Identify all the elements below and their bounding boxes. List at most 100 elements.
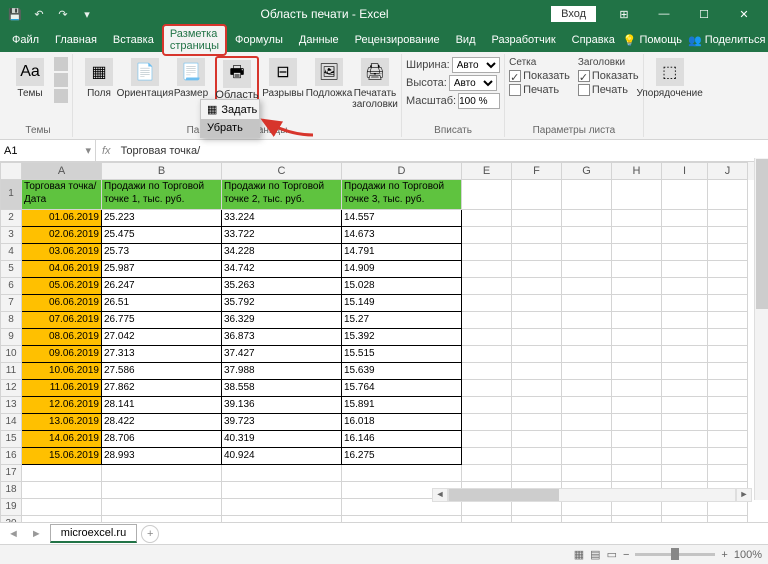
cell[interactable] <box>612 346 662 363</box>
cell[interactable] <box>662 363 708 380</box>
tell-me[interactable]: 💡Помощь <box>623 34 682 47</box>
cell[interactable] <box>612 312 662 329</box>
cell[interactable]: 36.329 <box>222 312 342 329</box>
cell[interactable] <box>662 431 708 448</box>
tab-home[interactable]: Главная <box>47 30 105 50</box>
cell[interactable] <box>662 346 708 363</box>
tab-data[interactable]: Данные <box>291 30 347 50</box>
cell[interactable] <box>512 380 562 397</box>
print-titles-button[interactable]: 🖨Печатать заголовки <box>353 56 397 112</box>
cell[interactable]: Продажи по Торговой точке 2, тыс. руб. <box>222 180 342 210</box>
cell[interactable]: 14.791 <box>342 244 462 261</box>
cell[interactable]: 14.06.2019 <box>22 431 102 448</box>
cell[interactable] <box>462 516 512 522</box>
cell[interactable] <box>662 278 708 295</box>
themes-button[interactable]: AaТемы <box>8 56 52 101</box>
row-header[interactable]: 10 <box>0 346 22 363</box>
cell[interactable] <box>562 180 612 210</box>
cell[interactable] <box>222 465 342 482</box>
cell[interactable] <box>462 380 512 397</box>
col-header-C[interactable]: C <box>222 162 342 180</box>
cell[interactable] <box>708 261 748 278</box>
cell[interactable] <box>562 397 612 414</box>
cell[interactable] <box>222 516 342 522</box>
cell[interactable]: 35.792 <box>222 295 342 312</box>
cell[interactable]: 02.06.2019 <box>22 227 102 244</box>
col-header-I[interactable]: I <box>662 162 708 180</box>
cell[interactable] <box>562 465 612 482</box>
cell[interactable]: 15.392 <box>342 329 462 346</box>
cell[interactable]: 13.06.2019 <box>22 414 102 431</box>
cell[interactable] <box>662 227 708 244</box>
col-header-J[interactable]: J <box>708 162 748 180</box>
col-header-B[interactable]: B <box>102 162 222 180</box>
cell[interactable]: 33.224 <box>222 210 342 227</box>
cell[interactable]: 25.223 <box>102 210 222 227</box>
arrange-button[interactable]: ⬚Упорядочение <box>648 56 692 101</box>
tab-file[interactable]: Файл <box>4 30 47 50</box>
cell[interactable] <box>708 278 748 295</box>
ribbon-options-icon[interactable]: ⊞ <box>604 0 644 28</box>
cell[interactable]: 28.706 <box>102 431 222 448</box>
hdr-show-check[interactable]: ✓Показать <box>578 70 639 82</box>
cell[interactable] <box>708 227 748 244</box>
row-header[interactable]: 20 <box>0 516 22 522</box>
cell[interactable]: Продажи по Торговой точке 3, тыс. руб. <box>342 180 462 210</box>
cell[interactable]: Продажи по Торговой точке 1, тыс. руб. <box>102 180 222 210</box>
cell[interactable]: 25.987 <box>102 261 222 278</box>
row-header[interactable]: 9 <box>0 329 22 346</box>
cell[interactable] <box>342 465 462 482</box>
cell[interactable]: 27.042 <box>102 329 222 346</box>
horizontal-scrollbar[interactable]: ◄ ► <box>432 487 752 503</box>
cell[interactable] <box>102 465 222 482</box>
cell[interactable]: 28.141 <box>102 397 222 414</box>
cell[interactable] <box>512 431 562 448</box>
cell[interactable]: 07.06.2019 <box>22 312 102 329</box>
cell[interactable] <box>512 278 562 295</box>
cell[interactable] <box>708 431 748 448</box>
fx-icon[interactable]: fx <box>96 145 117 157</box>
tab-view[interactable]: Вид <box>448 30 484 50</box>
cell[interactable] <box>462 261 512 278</box>
cell[interactable] <box>612 295 662 312</box>
cell[interactable]: 37.427 <box>222 346 342 363</box>
row-header[interactable]: 2 <box>0 210 22 227</box>
tab-developer[interactable]: Разработчик <box>484 30 564 50</box>
cell[interactable]: 15.639 <box>342 363 462 380</box>
cell[interactable]: 37.988 <box>222 363 342 380</box>
row-header[interactable]: 6 <box>0 278 22 295</box>
cell[interactable] <box>512 312 562 329</box>
cell[interactable] <box>462 278 512 295</box>
cell[interactable]: 26.775 <box>102 312 222 329</box>
cell[interactable] <box>462 329 512 346</box>
vscroll-thumb[interactable] <box>756 159 768 309</box>
cell[interactable] <box>708 363 748 380</box>
row-header[interactable]: 14 <box>0 414 22 431</box>
grid-print-check[interactable]: Печать <box>509 84 570 96</box>
cell[interactable]: 27.313 <box>102 346 222 363</box>
cell[interactable]: 03.06.2019 <box>22 244 102 261</box>
cell[interactable]: 14.557 <box>342 210 462 227</box>
cell[interactable] <box>462 346 512 363</box>
cell[interactable] <box>562 210 612 227</box>
row-header[interactable]: 15 <box>0 431 22 448</box>
cell[interactable] <box>708 312 748 329</box>
zoom-out-icon[interactable]: − <box>623 549 629 561</box>
cell[interactable]: 36.873 <box>222 329 342 346</box>
cell[interactable] <box>708 397 748 414</box>
cell[interactable] <box>612 210 662 227</box>
cell[interactable] <box>462 180 512 210</box>
qat-more-icon[interactable]: ▾ <box>76 3 98 25</box>
cell[interactable] <box>222 499 342 516</box>
cell[interactable] <box>342 516 462 522</box>
orientation-button[interactable]: 📄Ориентация <box>123 56 167 101</box>
cell[interactable] <box>708 244 748 261</box>
cell[interactable] <box>562 431 612 448</box>
height-select[interactable]: Авто <box>449 75 497 91</box>
row-header[interactable]: 1 <box>0 180 22 210</box>
grid-rows[interactable]: 1Торговая точка/ДатаПродажи по Торговой … <box>0 180 768 522</box>
cell[interactable] <box>512 414 562 431</box>
cell[interactable]: 14.909 <box>342 261 462 278</box>
cell[interactable] <box>222 482 342 499</box>
row-header[interactable]: 13 <box>0 397 22 414</box>
